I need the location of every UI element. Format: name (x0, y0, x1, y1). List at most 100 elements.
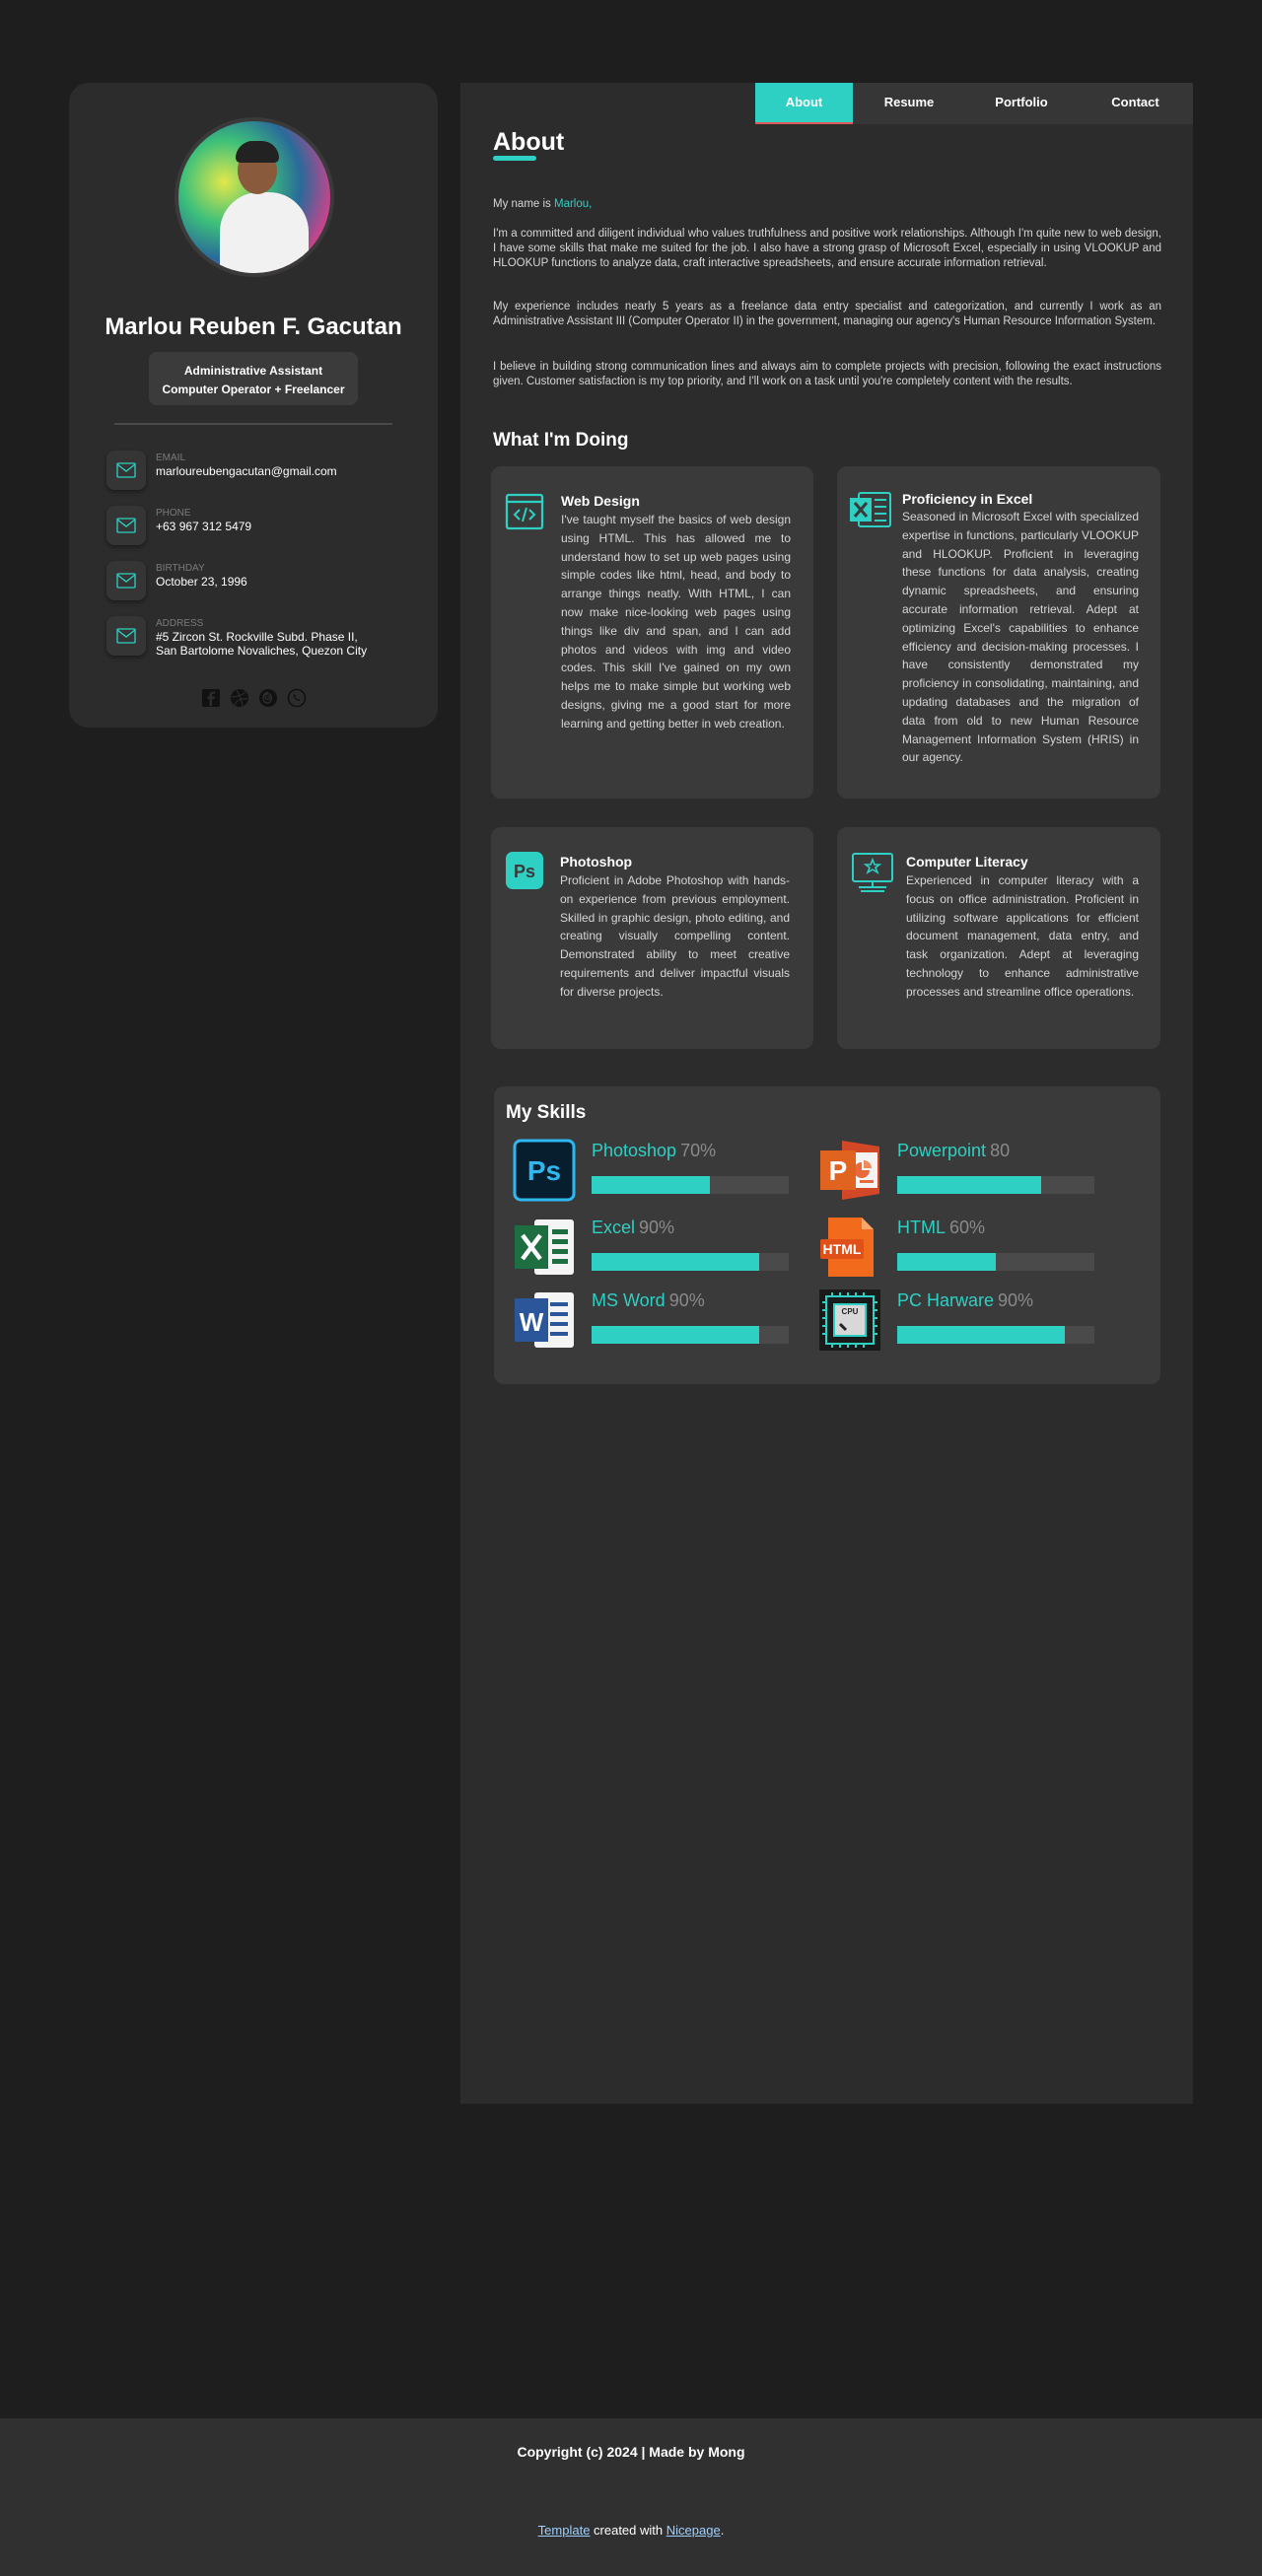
credit-line: Template created with Nicepage. (0, 2523, 1262, 2538)
avatar (175, 117, 334, 277)
contact-label: ADDRESS (156, 618, 204, 629)
skill-percent: 80 (990, 1141, 1011, 1160)
card-title: Web Design (561, 493, 640, 509)
credit-end: . (720, 2523, 725, 2538)
card-title: Photoshop (560, 854, 633, 870)
skill-bar-fill (592, 1176, 710, 1194)
skill-bar (592, 1176, 789, 1194)
intro-line: My name is Marlou, (493, 197, 1161, 212)
tab-resume[interactable]: Resume (853, 83, 965, 124)
skill-name: Photoshop (592, 1141, 677, 1160)
cpu-icon: CPU (818, 1288, 881, 1352)
skill-name: PC Harware (897, 1290, 995, 1310)
skill-bar-fill (592, 1326, 759, 1344)
nicepage-link[interactable]: Nicepage (666, 2523, 721, 2538)
card-description: Experienced in computer literacy with a … (906, 873, 1139, 999)
contact-value[interactable]: +63 967 312 5479 (156, 520, 412, 533)
svg-text:W: W (520, 1307, 544, 1337)
address-line-2: San Bartolome Novaliches, Quezon City (156, 644, 368, 658)
skills-title: My Skills (506, 1102, 587, 1123)
svg-text:Ps: Ps (527, 1155, 561, 1186)
skill-name: HTML (897, 1218, 946, 1237)
contact-birthday: BIRTHDAY October 23, 1996 (106, 561, 422, 600)
tab-contact[interactable]: Contact (1078, 83, 1193, 124)
contact-email: EMAIL marloureubengacutan@gmail.com (106, 451, 422, 490)
skill-name-line: PC Harware 90% (897, 1290, 1033, 1311)
skill-name-line: MS Word 90% (592, 1290, 705, 1311)
svg-text:HTML: HTML (823, 1241, 862, 1257)
skill-name-line: HTML 60% (897, 1218, 985, 1238)
excel-icon (513, 1216, 576, 1279)
skill-bar (592, 1253, 789, 1271)
skill-pc-hardware: CPU PC Harware 90% (818, 1288, 1114, 1358)
mail-icon (106, 506, 146, 545)
skill-name: Powerpoint (897, 1141, 987, 1160)
skill-percent: 70% (680, 1141, 717, 1160)
skill-photoshop: Ps Photoshop 70% (513, 1139, 808, 1208)
credit-mid: created with (590, 2523, 666, 2538)
profile-sidebar: Marlou Reuben F. Gacutan Administrative … (69, 83, 438, 728)
viber-icon[interactable] (287, 688, 307, 708)
skill-excel: Excel 90% (513, 1216, 808, 1285)
about-paragraph-1: I'm a committed and diligent individual … (493, 228, 1161, 269)
skill-name: Excel (592, 1218, 636, 1237)
skill-percent: 90% (998, 1290, 1034, 1310)
section-title-doing: What I'm Doing (493, 430, 629, 451)
card-description: Proficient in Adobe Photoshop with hands… (560, 873, 790, 999)
skill-html: HTML HTML 60% (818, 1216, 1114, 1285)
skill-percent: 60% (949, 1218, 986, 1237)
service-card-web-design: Web Design I've taught myself the basics… (491, 466, 813, 799)
about-paragraph-3: I believe in building strong communicati… (493, 361, 1161, 387)
mail-icon (106, 561, 146, 600)
html-icon: HTML (818, 1216, 881, 1279)
mail-icon (106, 451, 146, 490)
contact-address: ADDRESS #5 Zircon St. Rockville Subd. Ph… (106, 616, 422, 658)
skill-name-line: Photoshop 70% (592, 1141, 716, 1161)
profile-role-badge: Administrative Assistant Computer Operat… (149, 352, 358, 405)
facebook-icon[interactable] (201, 688, 221, 708)
svg-text:Ps: Ps (514, 862, 535, 881)
skill-bar-fill (897, 1176, 1041, 1194)
skill-bar (592, 1326, 789, 1344)
contact-value[interactable]: marloureubengacutan@gmail.com (156, 464, 412, 478)
dribbble-icon[interactable] (230, 688, 249, 708)
code-window-icon (505, 492, 544, 531)
footer: Copyright (c) 2024 | Made by Mong Templa… (0, 2418, 1262, 2576)
contact-value: #5 Zircon St. Rockville Subd. Phase II, … (156, 630, 412, 658)
monitor-star-icon (851, 851, 894, 894)
main-content: About Resume Portfolio Contact About My … (460, 83, 1193, 2104)
svg-text:P: P (829, 1155, 848, 1186)
social-links (201, 688, 310, 710)
role-subtitle: Computer Operator + Freelancer (162, 383, 345, 396)
address-line-1: #5 Zircon St. Rockville Subd. Phase II, (156, 630, 358, 644)
photoshop-icon: Ps (513, 1139, 576, 1202)
role-title: Administrative Assistant (183, 364, 323, 378)
skill-percent: 90% (639, 1218, 675, 1237)
service-card-excel: Proficiency in Excel Seasoned in Microso… (837, 466, 1160, 799)
photoshop-icon: Ps (505, 851, 544, 890)
excel-icon (849, 490, 892, 529)
contact-label: PHONE (156, 508, 191, 519)
service-card-photoshop: Ps Photoshop Proficient in Adobe Photosh… (491, 827, 813, 1049)
tab-about[interactable]: About (755, 83, 853, 124)
contact-label: BIRTHDAY (156, 563, 205, 574)
contact-label: EMAIL (156, 453, 186, 463)
intro-name: Marlou, (554, 198, 593, 210)
contact-phone: PHONE +63 967 312 5479 (106, 506, 422, 545)
copyright-text: Copyright (c) 2024 | Made by Mong (517, 2444, 745, 2460)
skill-bar (897, 1326, 1094, 1344)
skill-bar-fill (897, 1253, 996, 1271)
card-description: I've taught myself the basics of web des… (561, 513, 791, 731)
skill-name-line: Excel 90% (592, 1218, 674, 1238)
skill-bar (897, 1253, 1094, 1271)
skills-panel: My Skills Ps Photoshop 70% P Powerpoint 80… (494, 1086, 1160, 1384)
skill-name-line: Powerpoint 80 (897, 1141, 1010, 1161)
title-underline (493, 156, 536, 161)
skill-ms-word: W MS Word 90% (513, 1288, 808, 1358)
card-title: Computer Literacy (906, 854, 1028, 870)
tab-portfolio[interactable]: Portfolio (965, 83, 1078, 124)
skill-percent: 90% (668, 1290, 705, 1310)
svg-text:CPU: CPU (842, 1307, 859, 1316)
template-link[interactable]: Template (538, 2523, 591, 2538)
threads-icon[interactable] (258, 688, 278, 708)
